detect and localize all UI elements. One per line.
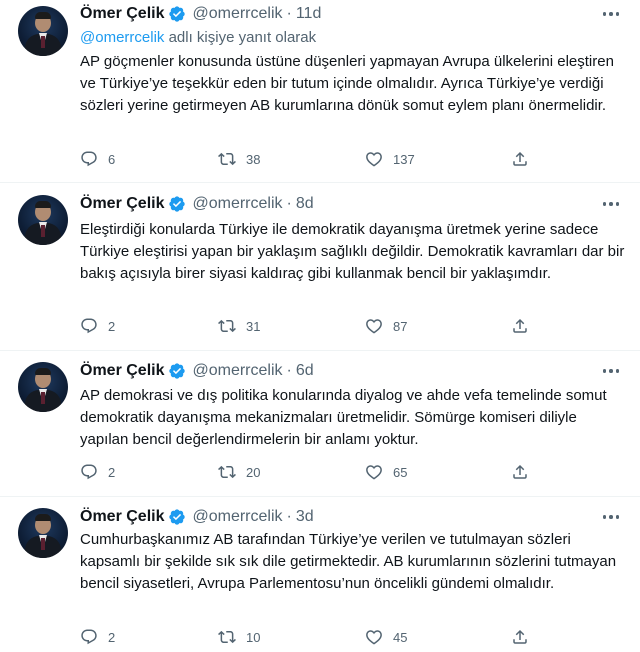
like-count: 45 [393, 629, 408, 645]
author-handle[interactable]: @omerrcelik [192, 362, 282, 380]
like-button[interactable]: 65 [365, 462, 407, 482]
share-button[interactable] [511, 149, 529, 169]
verified-badge-icon [169, 196, 186, 212]
retweet-button[interactable]: 31 [218, 316, 260, 336]
tweet-header: Ömer Çelik @omerrcelik · 8d [80, 194, 314, 214]
tweet-feed: Ömer Çelik @omerrcelik · 11d @omerrcelik… [0, 0, 640, 652]
tweet-actions: 2 20 65 [80, 462, 540, 482]
retweet-button[interactable]: 20 [218, 462, 260, 482]
share-icon [513, 151, 527, 166]
retweet-icon [218, 465, 236, 479]
share-icon [513, 464, 527, 479]
like-count: 65 [393, 464, 408, 480]
reply-button[interactable]: 6 [80, 149, 115, 169]
author-handle[interactable]: @omerrcelik [192, 5, 282, 23]
share-icon [513, 318, 527, 333]
avatar[interactable] [18, 508, 68, 558]
retweet-count: 20 [246, 464, 261, 480]
author-handle[interactable]: @omerrcelik [192, 508, 282, 526]
like-button[interactable]: 45 [365, 627, 407, 647]
tweet-timestamp[interactable]: 6d [296, 362, 314, 380]
tweet-text: Cumhurbaşkanımız AB tarafından Türkiye’y… [80, 531, 617, 592]
tweet-text: AP göçmenler konusunda üstüne düşenleri … [80, 53, 614, 114]
verified-badge-icon [169, 509, 186, 525]
tweet-3[interactable]: Ömer Çelik @omerrcelik · 6d AP demokrasi… [0, 351, 640, 496]
reply-icon [81, 151, 97, 167]
reply-mention-link[interactable]: @omerrcelik [80, 29, 164, 46]
share-button[interactable] [511, 462, 529, 482]
author-handle[interactable]: @omerrcelik [192, 195, 282, 213]
reply-context-label: adlı kişiye yanıt olarak [164, 29, 317, 46]
retweet-icon [218, 630, 236, 644]
reply-icon [81, 464, 97, 480]
separator-dot: · [286, 508, 292, 525]
reply-count: 2 [108, 318, 116, 334]
like-button[interactable]: 87 [365, 316, 407, 336]
heart-icon [366, 465, 382, 480]
reply-button[interactable]: 2 [80, 462, 115, 482]
retweet-count: 31 [246, 318, 261, 334]
tweet-timestamp[interactable]: 11d [296, 5, 322, 23]
reply-count: 2 [108, 464, 116, 480]
separator-dot: · [286, 362, 292, 379]
retweet-count: 10 [246, 629, 261, 645]
share-button[interactable] [511, 316, 529, 336]
reply-count: 6 [108, 151, 116, 167]
author-name[interactable]: Ömer Çelik [80, 5, 164, 23]
verified-badge-icon [169, 363, 186, 379]
reply-icon [81, 629, 97, 645]
avatar[interactable] [18, 195, 68, 245]
heart-icon [366, 152, 382, 167]
more-options-icon[interactable] [600, 194, 622, 214]
more-options-icon[interactable] [600, 361, 622, 381]
tweet-actions: 6 38 137 [80, 149, 540, 169]
author-name[interactable]: Ömer Çelik [80, 362, 164, 380]
reply-button[interactable]: 2 [80, 627, 115, 647]
tweet-actions: 2 10 45 [80, 627, 540, 647]
reply-context: @omerrcelik adlı kişiye yanıt olarak [80, 29, 316, 46]
tweet-header: Ömer Çelik @omerrcelik · 6d [80, 361, 314, 381]
like-button[interactable]: 137 [365, 149, 415, 169]
tweet-timestamp[interactable]: 8d [296, 195, 314, 213]
verified-badge-icon [169, 6, 186, 22]
more-options-icon[interactable] [600, 507, 622, 527]
retweet-button[interactable]: 10 [218, 627, 260, 647]
retweet-icon [218, 319, 236, 333]
tweet-timestamp[interactable]: 3d [296, 508, 314, 526]
tweet-1[interactable]: Ömer Çelik @omerrcelik · 11d @omerrcelik… [0, 0, 640, 182]
retweet-button[interactable]: 38 [218, 149, 260, 169]
share-button[interactable] [511, 627, 529, 647]
heart-icon [366, 630, 382, 645]
like-count: 87 [393, 318, 408, 334]
author-name[interactable]: Ömer Çelik [80, 195, 164, 213]
tweet-actions: 2 31 87 [80, 316, 540, 336]
tweet-4[interactable]: Ömer Çelik @omerrcelik · 3d Cumhurbaşkan… [0, 497, 640, 652]
avatar[interactable] [18, 6, 68, 56]
separator-dot: · [286, 195, 292, 212]
heart-icon [366, 319, 382, 334]
tweet-2[interactable]: Ömer Çelik @omerrcelik · 8d Eleştirdiği … [0, 183, 640, 350]
tweet-text: AP demokrasi ve dış politika konularında… [80, 387, 607, 448]
tweet-text: Eleştirdiği konularda Türkiye ile demokr… [80, 221, 625, 282]
reply-icon [81, 318, 97, 334]
retweet-icon [218, 152, 236, 166]
retweet-count: 38 [246, 151, 261, 167]
avatar[interactable] [18, 362, 68, 412]
separator-dot: · [286, 5, 292, 22]
tweet-header: Ömer Çelik @omerrcelik · 3d [80, 507, 314, 527]
like-count: 137 [393, 151, 415, 167]
reply-count: 2 [108, 629, 116, 645]
more-options-icon[interactable] [600, 4, 622, 24]
tweet-header: Ömer Çelik @omerrcelik · 11d [80, 4, 321, 24]
reply-button[interactable]: 2 [80, 316, 115, 336]
share-icon [513, 629, 527, 644]
author-name[interactable]: Ömer Çelik [80, 508, 164, 526]
